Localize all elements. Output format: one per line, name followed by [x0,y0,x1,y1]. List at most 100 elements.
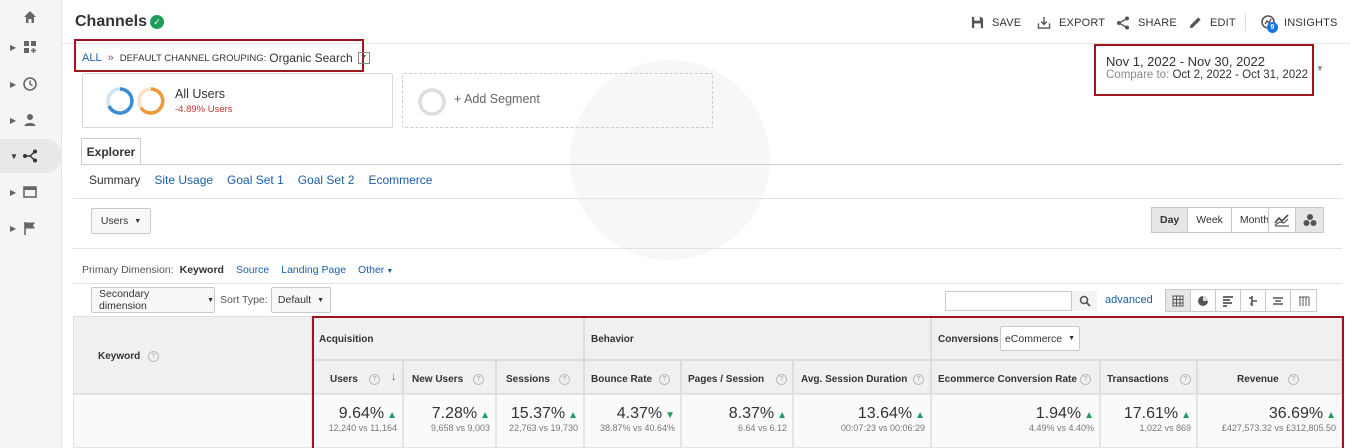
tab-explorer[interactable]: Explorer [81,138,141,165]
explorer-subtabs: Summary Site Usage Goal Set 1 Goal Set 2… [89,173,432,187]
chart-type-toggle [1268,207,1324,233]
toolbar-divider [1245,14,1246,31]
expand-arrow-icon: ▶ [10,79,17,89]
expand-arrow-icon: ▶ [10,115,17,125]
breadcrumb-dropdown-icon[interactable]: ▼ [357,52,370,64]
tab-divider [81,164,1342,165]
bubble-chart-icon [1303,214,1316,226]
expand-arrow-icon: ▶ [10,187,17,197]
comparison-view-button[interactable] [1241,290,1266,311]
save-button[interactable]: SAVE [971,16,1021,29]
chevron-down-icon: ▼ [134,217,142,225]
pivot-view-button[interactable] [1291,290,1316,311]
behavior-nav-item[interactable]: ▶ [0,175,62,209]
secondary-dimension-select[interactable]: Secondary dimension ▼ [91,287,215,313]
behavior-icon [23,186,37,198]
insights-badge: 9 [1267,22,1278,33]
search-button[interactable] [1071,291,1097,311]
add-segment-button[interactable]: + Add Segment [402,73,713,128]
verified-check-icon: ✓ [150,15,164,29]
insights-button[interactable]: 9 INSIGHTS [1260,14,1338,33]
breadcrumb-grouping-label: DEFAULT CHANNEL GROUPING: [119,52,267,64]
segment-all-users[interactable]: All Users -4.89% Users [82,73,393,128]
edit-button[interactable]: EDIT [1189,16,1236,29]
bar-chart-icon [1223,295,1233,307]
advanced-filter-link[interactable]: advanced [1105,294,1153,306]
audience-nav-item[interactable]: ▶ [0,103,62,137]
chevron-down-icon: ▼ [386,268,394,275]
collapse-arrow-icon: ▼ [10,151,18,161]
subtab-goal-set-2[interactable]: Goal Set 2 [298,173,355,187]
empty-segment-icon [418,88,446,116]
dimension-source[interactable]: Source [236,264,269,276]
left-nav-rail: ▶ ▶ ▶ ▼ ▶ ▶ [0,0,62,448]
chart-divider [73,248,1342,249]
day-button[interactable]: Day [1152,208,1189,232]
subtab-summary[interactable]: Summary [89,173,140,187]
save-label: SAVE [992,16,1022,29]
add-segment-label: + Add Segment [454,92,540,106]
subtab-ecommerce[interactable]: Ecommerce [368,173,432,187]
share-icon [1117,16,1129,30]
date-range-picker[interactable]: Nov 1, 2022 - Nov 30, 2022 [1106,54,1265,69]
keyword-header-label: Keyword [98,351,141,362]
compare-to-label: Compare to: [1106,69,1170,81]
subtab-site-usage[interactable]: Site Usage [154,173,213,187]
comparison-icon [1249,295,1257,306]
home-nav-item[interactable] [0,0,62,34]
expand-arrow-icon: ▶ [10,223,17,233]
share-button[interactable]: SHARE [1116,16,1177,30]
keyword-total-cell [73,394,312,448]
help-icon[interactable]: ? [148,351,159,362]
search-icon [1079,295,1091,307]
flag-icon [24,222,35,235]
breadcrumb: ALL » DEFAULT CHANNEL GROUPING: Organic … [82,51,370,65]
breadcrumb-value: Organic Search [269,51,353,65]
dimension-landing-page[interactable]: Landing Page [281,264,346,276]
sort-type-select[interactable]: Default ▼ [271,287,331,313]
pencil-icon [1189,17,1201,29]
expand-arrow-icon: ▶ [10,42,17,52]
keyword-column-header[interactable]: Keyword ? [73,316,312,394]
metric-select[interactable]: Users ▼ [91,208,151,234]
realtime-nav-item[interactable]: ▶ [0,67,62,101]
subtab-goal-set-1[interactable]: Goal Set 1 [227,173,284,187]
dimension-other[interactable]: Other ▼ [358,264,393,276]
export-icon [1037,16,1051,29]
metric-select-label: Users [100,215,129,227]
acquisition-nav-item[interactable]: ▼ [0,139,62,173]
insights-icon: 9 [1260,14,1278,33]
customization-nav-item[interactable]: ▶ [0,30,62,64]
performance-view-button[interactable] [1216,290,1241,311]
conversions-nav-item[interactable]: ▶ [0,211,62,245]
dimension-keyword[interactable]: Keyword [180,264,224,276]
term-cloud-icon [1273,296,1283,305]
dimension-other-label: Other [358,264,385,276]
segment-delta: -4.89% Users [175,104,233,115]
grid-icon [1172,295,1184,306]
compare-range: Oct 2, 2022 - Oct 31, 2022 [1172,69,1309,81]
sort-type-label: Sort Type: [220,294,268,306]
export-button[interactable]: EXPORT [1037,16,1105,29]
page-title: Channels [75,13,148,30]
home-icon [24,11,36,23]
motion-chart-button[interactable] [1296,208,1323,232]
breadcrumb-all-link[interactable]: ALL [82,52,102,64]
date-compare: Compare to: Oct 2, 2022 - Oct 31, 2022 [1106,69,1308,81]
line-chart-button[interactable] [1269,208,1296,232]
date-dropdown-icon[interactable]: ▼ [1316,64,1324,73]
metrics-highlight [312,316,1344,448]
percentage-view-button[interactable] [1191,290,1216,311]
segment-donut-icon [106,87,134,115]
week-button[interactable]: Week [1188,208,1232,232]
table-view-toggle [1165,289,1317,312]
person-icon [24,114,36,126]
data-view-button[interactable] [1166,290,1191,311]
toolbar-divider [73,283,1342,284]
primary-dimension-bar: Primary Dimension: Keyword Source Landin… [82,264,393,276]
clock-icon [23,77,37,91]
term-cloud-view-button[interactable] [1266,290,1291,311]
pivot-icon [1298,296,1309,306]
segment-name: All Users [175,87,226,101]
secondary-dimension-label: Secondary dimension [99,288,150,312]
